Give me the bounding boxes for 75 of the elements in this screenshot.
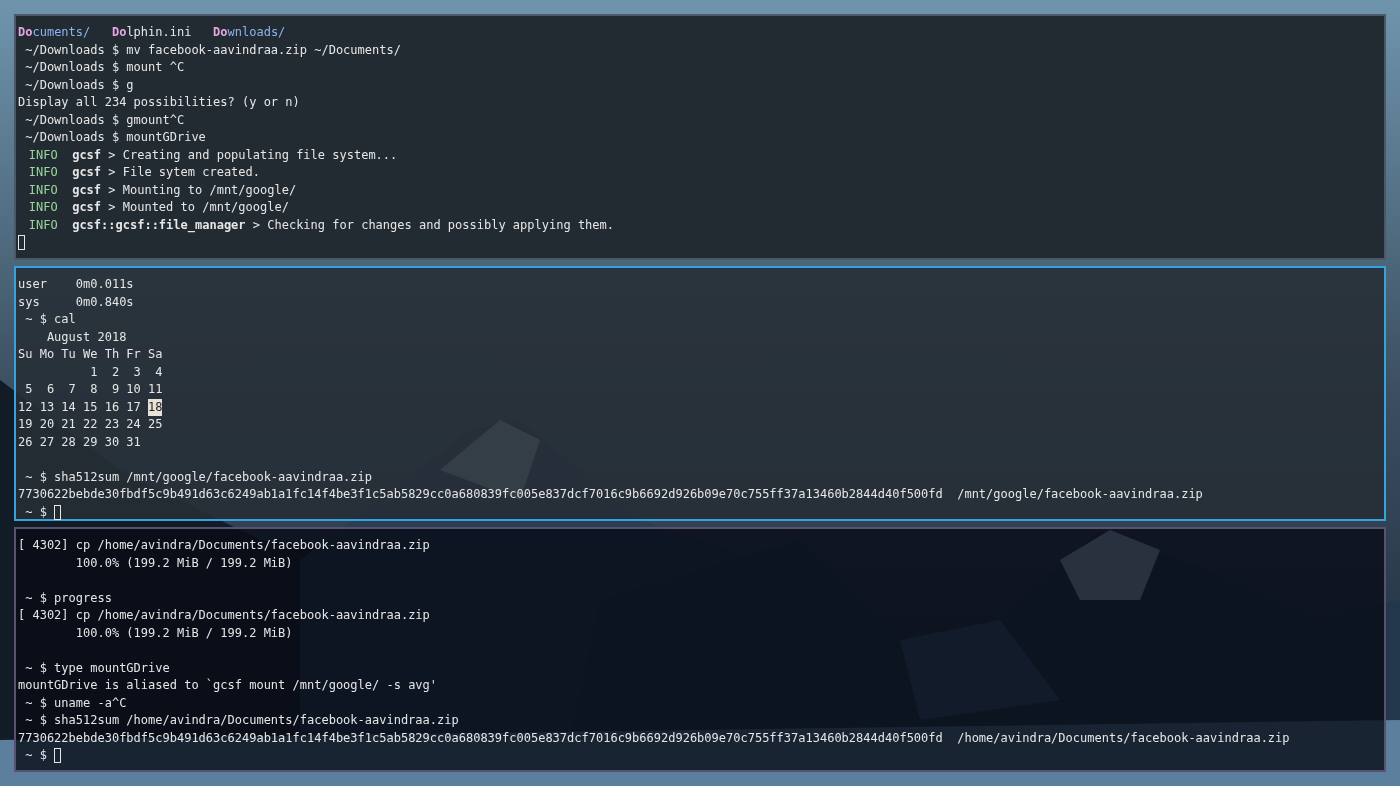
file-name: Documents/: [18, 24, 91, 41]
output-text: August 2018: [45, 328, 127, 346]
log-message: > File sytem created.: [108, 164, 260, 181]
calendar-day: 7: [61, 381, 76, 399]
output-text: [ 4302] cp /home/avindra/Documents/facebook-aavindraa.zip: [18, 607, 430, 624]
output-text: sys 0m0.840s: [18, 293, 134, 311]
calendar-day: 18: [148, 398, 163, 416]
calendar-day: 20: [39, 416, 55, 434]
file-name: Dolphin.ini: [111, 24, 192, 41]
command-line: ~/Downloads $ mv facebook-aavindraa.zip ~/Documents/: [25, 41, 401, 59]
calendar-day: 25: [148, 416, 163, 434]
log-source: gcsf: [72, 164, 102, 181]
command-line: ~ $ sha512sum /mnt/google/facebook-aavindraa.zip: [25, 468, 372, 486]
output-text: 7730622bebde30fbdf5c9b491d63c6249ab1a1fc14f4be3f1c5ab5829cc0a680839fc005e837dcf7016c9b6692d926b09e70c755ff37a13460b2844d40f500fd /home/avindra/Documents/facebook-aavindraa.zip: [18, 729, 1290, 747]
calendar-day: 21: [61, 416, 76, 434]
log-level: INFO: [28, 216, 58, 234]
output-text: [ 4302] cp /home/avindra/Documents/facebook-aavindraa.zip: [18, 537, 430, 554]
terminal-pane[interactable]: [14, 266, 1386, 521]
file-name: Downloads/: [213, 24, 286, 41]
command-line: ~ $: [25, 503, 47, 521]
command-line: ~/Downloads $ gmount^C: [25, 111, 185, 129]
calendar-day: 22: [83, 416, 98, 434]
output-text: 1 2 3 4: [89, 363, 163, 381]
terminal-pane[interactable]: [14, 14, 1386, 260]
calendar-day: 15: [83, 398, 98, 416]
calendar-day: 19: [18, 416, 33, 434]
log-message: > Checking for changes and possibly applying them.: [252, 216, 614, 234]
log-source: gcsf: [72, 146, 102, 164]
calendar-day: 10: [126, 381, 141, 399]
output-text: 100.0% (199.2 MiB / 199.2 MiB): [74, 554, 293, 572]
log-level: INFO: [28, 181, 58, 199]
calendar-day: 28: [61, 433, 76, 451]
calendar-day: 6: [39, 381, 55, 399]
terminal-pane[interactable]: [14, 527, 1386, 772]
calendar-day: 12: [18, 398, 33, 416]
output-text: Su Mo Tu We Th Fr Sa: [18, 346, 163, 363]
calendar-day: 26: [18, 433, 33, 451]
text-cursor: [18, 235, 25, 251]
log-level: INFO: [28, 146, 58, 164]
calendar-day: 17: [126, 398, 141, 416]
calendar-day: 23: [104, 416, 120, 434]
output-text: Display all 234 possibilities? (y or n): [18, 94, 300, 111]
log-level: INFO: [28, 164, 58, 181]
log-source: gcsf: [72, 181, 102, 199]
calendar-day: 29: [83, 433, 98, 451]
calendar-day: 24: [126, 416, 141, 434]
command-line: ~ $ sha512sum /home/avindra/Documents/facebook-aavindraa.zip: [25, 712, 459, 729]
output-text: 7730622bebde30fbdf5c9b491d63c6249ab1a1fc14f4be3f1c5ab5829cc0a680839fc005e837dcf7016c9b6692d926b09e70c755ff37a13460b2844d40f500fd /mnt/google/facebook-aavindraa.zip: [18, 486, 1203, 503]
command-line: ~ $ type mountGDrive: [25, 659, 170, 677]
command-line: ~ $ uname -a^C: [25, 694, 127, 712]
command-line: ~/Downloads $ mountGDrive: [25, 129, 206, 146]
calendar-day: 13: [39, 398, 55, 416]
calendar-day: 30: [104, 433, 120, 451]
calendar-day: 5: [18, 381, 33, 399]
log-source: gcsf::gcsf::file_manager: [72, 216, 246, 234]
command-line: ~ $ progress: [25, 589, 112, 607]
calendar-day: 31: [126, 433, 141, 451]
log-message: > Creating and populating file system...: [108, 146, 398, 164]
calendar-day: 11: [148, 381, 163, 399]
command-line: ~/Downloads $ mount ^C: [25, 59, 185, 76]
calendar-day: 27: [39, 433, 55, 451]
calendar-day: 8: [83, 381, 98, 399]
log-message: > Mounting to /mnt/google/: [108, 181, 297, 199]
calendar-day: 16: [104, 398, 120, 416]
calendar-day: 9: [104, 381, 120, 399]
command-line: ~ $ cal: [25, 311, 76, 328]
output-text: user 0m0.011s: [18, 276, 134, 293]
output-text: mountGDrive is aliased to `gcsf mount /mnt/google/ -s avg': [18, 677, 438, 694]
command-line: ~/Downloads $ g: [25, 76, 134, 94]
output-text: 100.0% (199.2 MiB / 199.2 MiB): [74, 624, 293, 642]
log-level: INFO: [28, 199, 58, 216]
calendar-day: 14: [61, 398, 76, 416]
log-message: > Mounted to /mnt/google/: [108, 199, 289, 216]
command-line: ~ $: [25, 747, 47, 764]
log-source: gcsf: [72, 199, 102, 216]
